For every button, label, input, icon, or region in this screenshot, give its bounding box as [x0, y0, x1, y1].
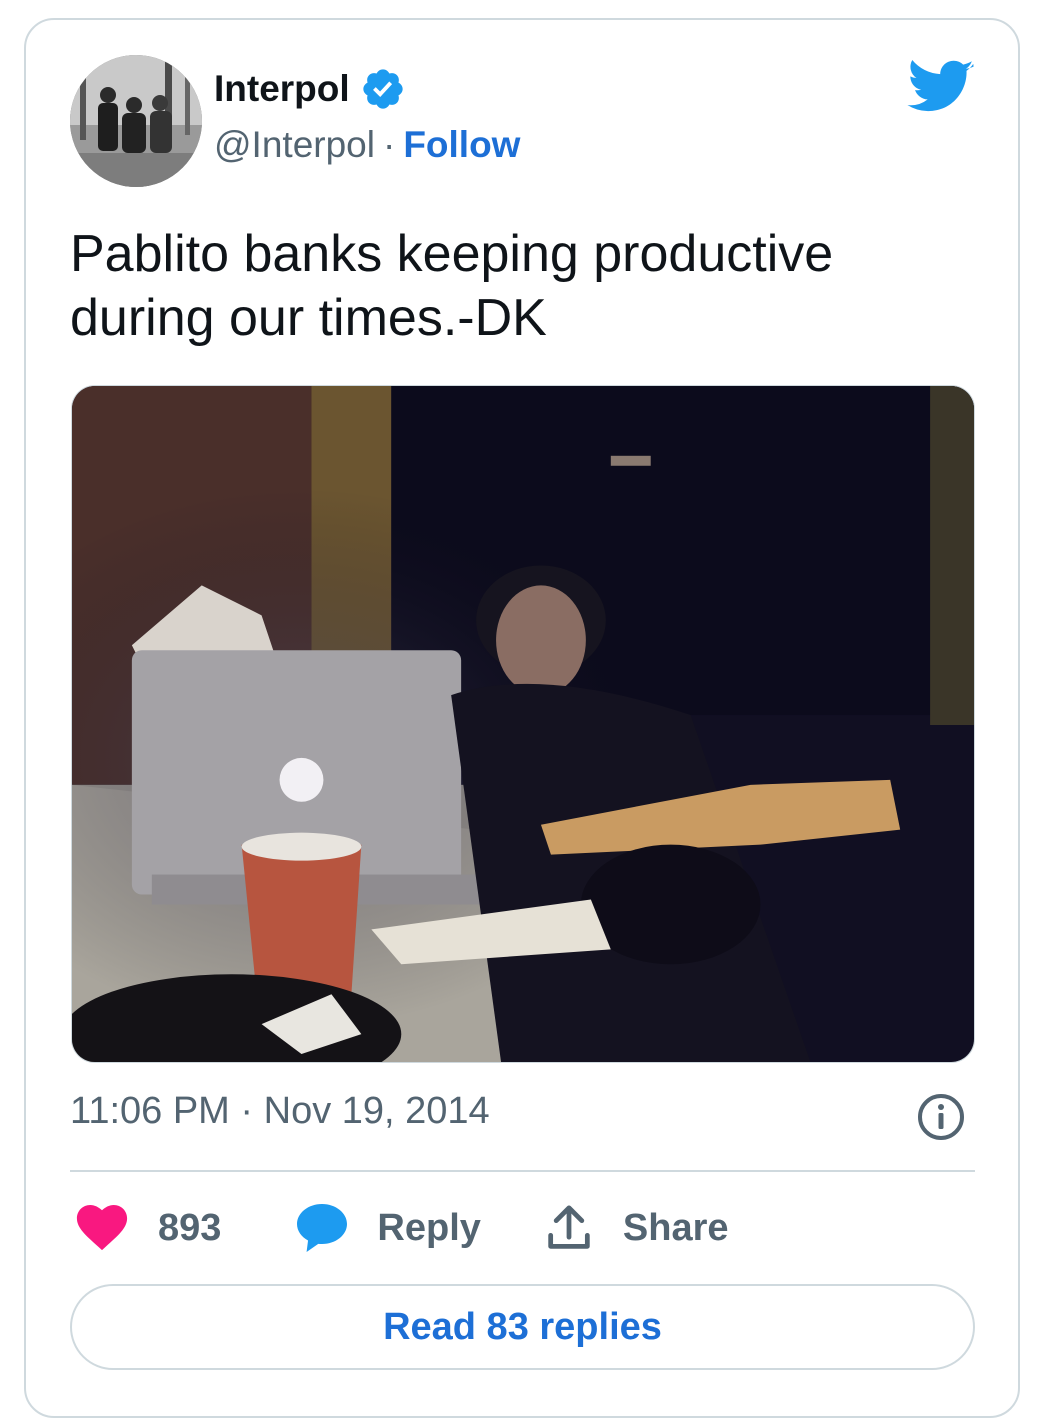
- tweet-text: Pablito banks keeping productive during …: [70, 225, 834, 347]
- author-name-row: Interpol: [214, 66, 406, 112]
- handle-separator: ·: [382, 124, 396, 165]
- like-button[interactable]: 893: [76, 1205, 221, 1251]
- read-replies-button[interactable]: Read 83 replies: [70, 1284, 975, 1370]
- share-button[interactable]: Share: [547, 1204, 729, 1252]
- handle-row: @Interpol · Follow: [214, 124, 520, 166]
- avatar[interactable]: [70, 55, 202, 187]
- info-icon[interactable]: [916, 1092, 966, 1142]
- upload-arrow-icon: [548, 1205, 590, 1249]
- tweet-actions: 893 Reply Share: [76, 1200, 729, 1256]
- tweet-photo[interactable]: [71, 385, 975, 1063]
- display-name[interactable]: Interpol: [214, 68, 350, 110]
- tweet-date: Nov 19, 2014: [263, 1090, 490, 1132]
- follow-button[interactable]: Follow: [403, 124, 520, 166]
- divider: [70, 1170, 975, 1172]
- reply-label: Reply: [377, 1206, 481, 1249]
- handle[interactable]: @Interpol: [214, 124, 375, 166]
- heart-icon: [76, 1205, 128, 1251]
- timestamp-separator: ·: [240, 1090, 254, 1132]
- reply-button[interactable]: Reply: [297, 1204, 481, 1252]
- verified-badge-icon: [363, 69, 403, 109]
- tweet-timestamp[interactable]: 11:06 PM · Nov 19, 2014: [70, 1090, 490, 1133]
- tweet-time: 11:06 PM: [70, 1090, 230, 1132]
- share-label: Share: [622, 1206, 729, 1249]
- like-count: 893: [158, 1206, 222, 1249]
- speech-bubble-icon: [297, 1204, 348, 1252]
- twitter-bird-icon[interactable]: [907, 60, 975, 116]
